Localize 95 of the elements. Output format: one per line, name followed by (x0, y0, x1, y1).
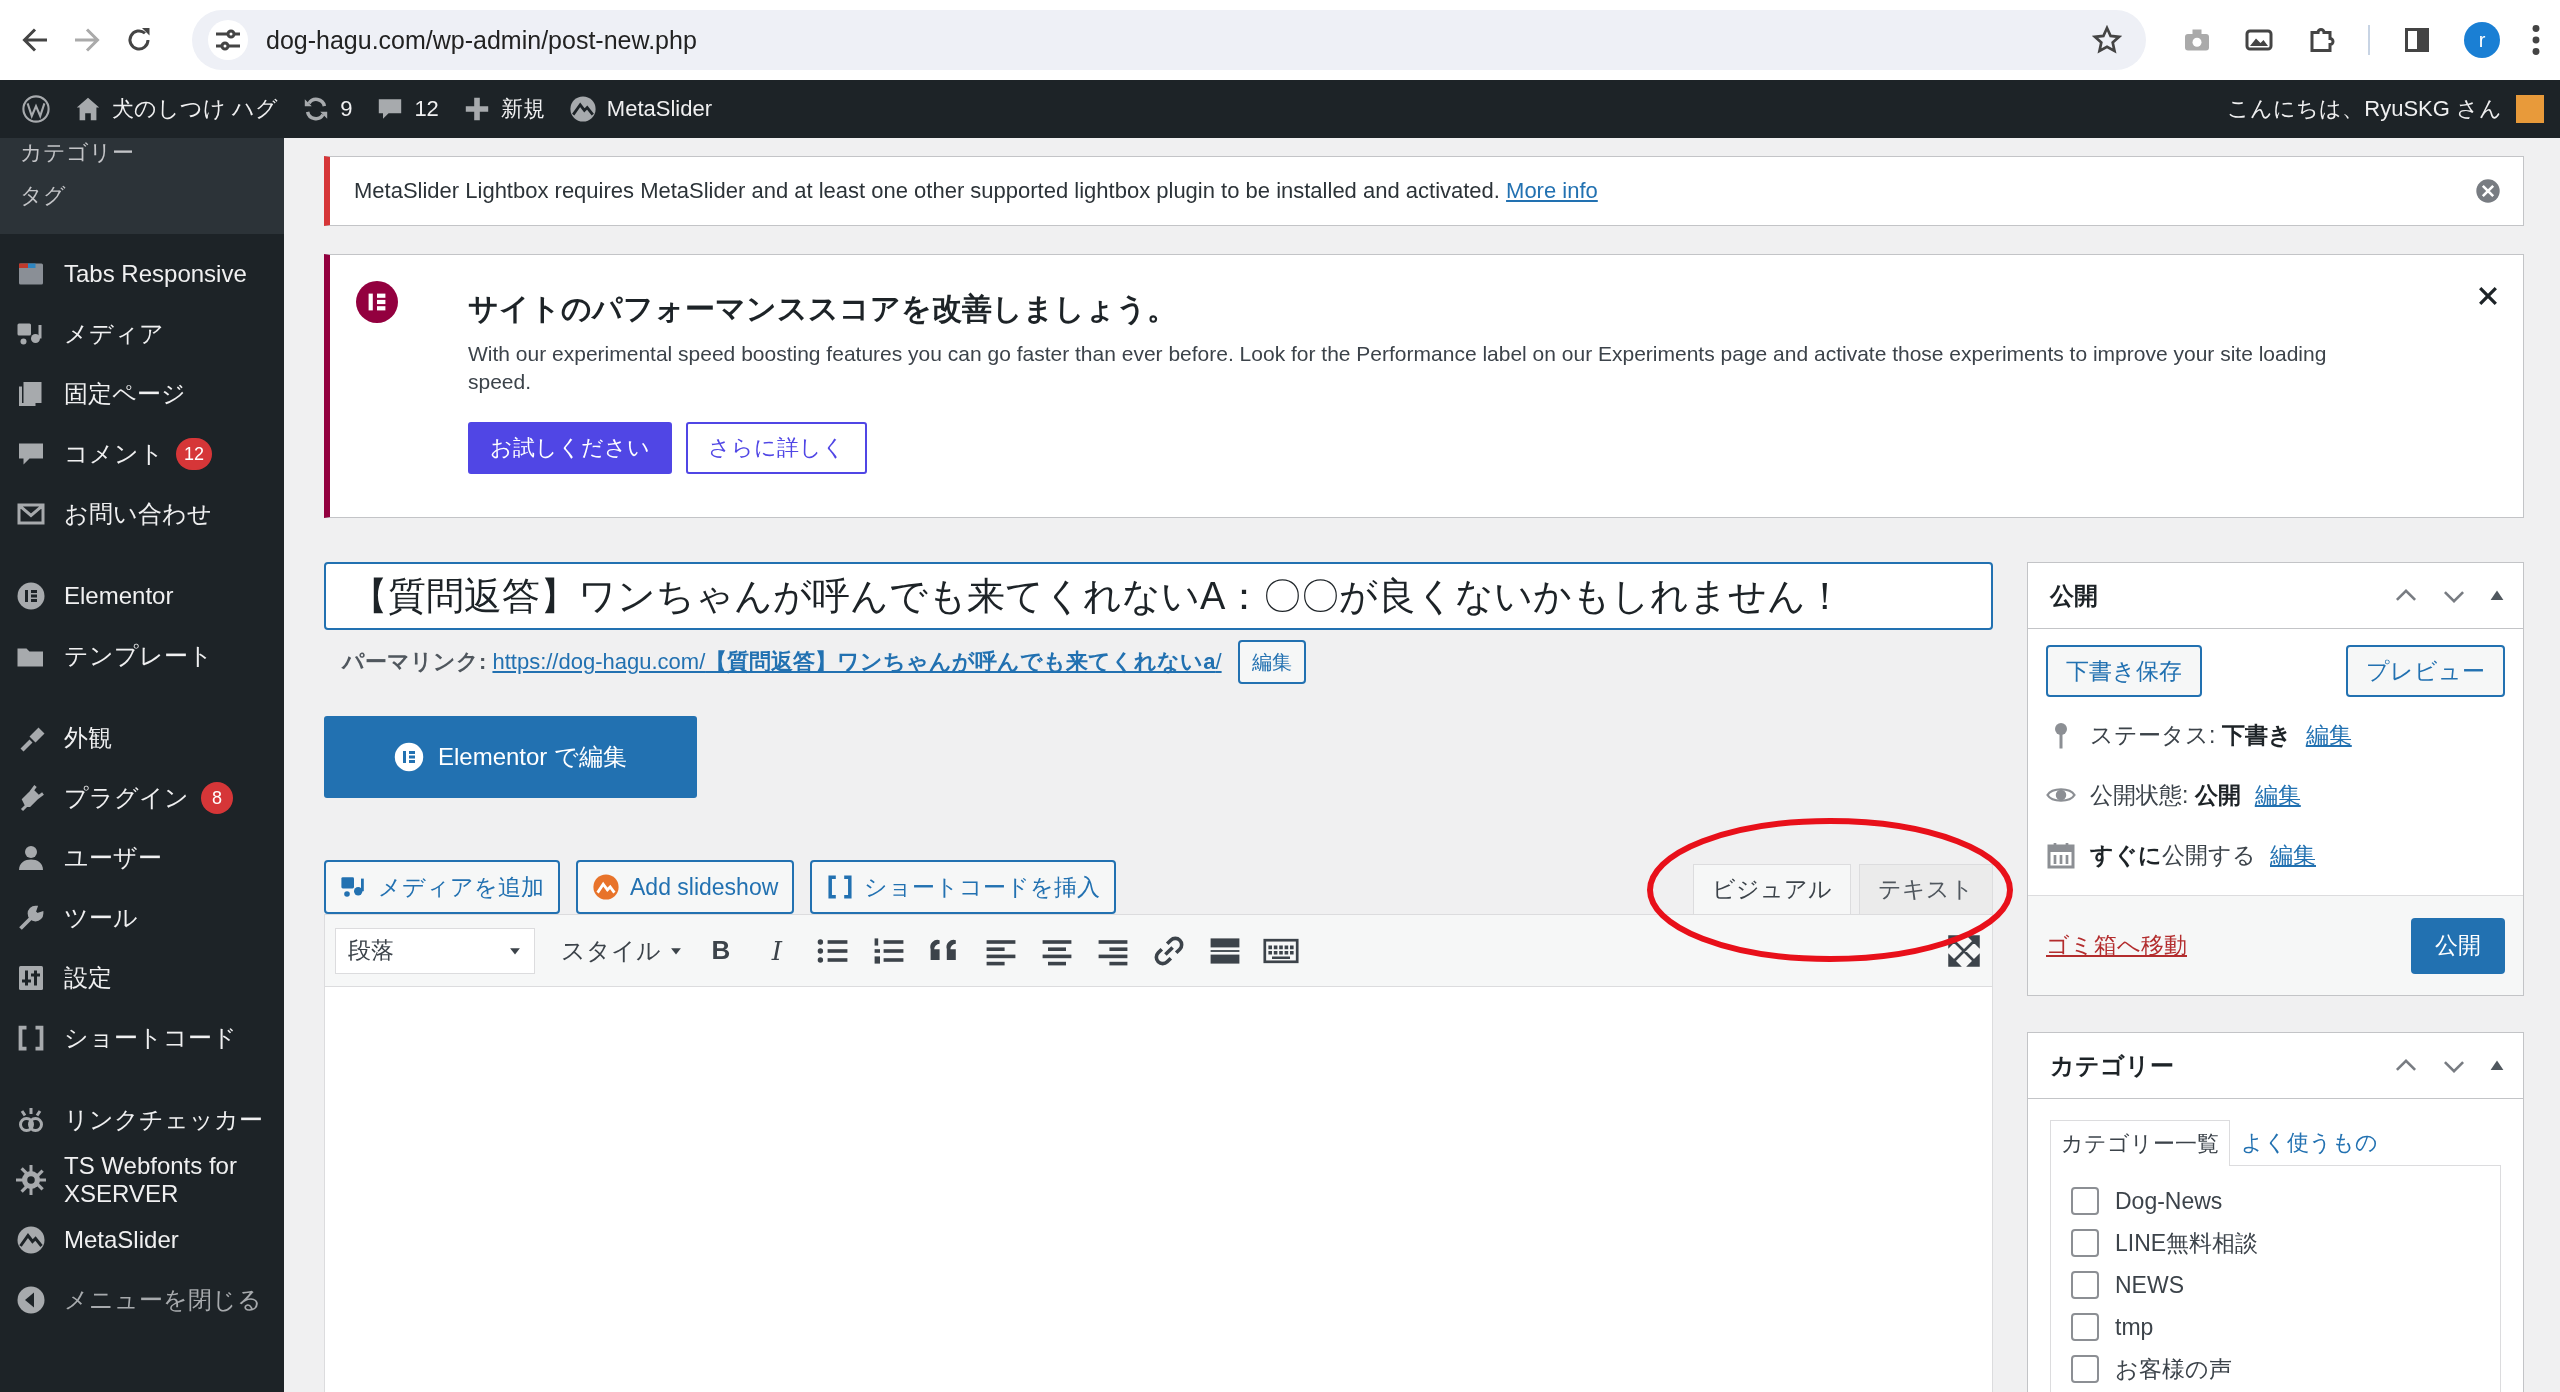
profile-avatar[interactable]: r (2464, 22, 2500, 58)
notice-text: With our experimental speed boosting features you can go faster than ever before. Look for the Performance label on our Experiments page and activate those experiments to improve your site loading speed. (468, 341, 2328, 395)
elementor-edit-button[interactable]: Elementor で編集 (324, 716, 697, 798)
greeting[interactable]: こんにちは、RyuSKG さん (2227, 94, 2502, 124)
sidebar-item[interactable]: TS Webfonts for XSERVER (64, 1152, 268, 1208)
checkbox[interactable] (2071, 1355, 2099, 1383)
permalink-text: パーマリンク: https://dog-hagu.com/【質問返答】ワンちゃんが呼んでも来てくれないa/ (342, 648, 1222, 676)
admin-bar-link[interactable]: 新規 (500, 94, 545, 124)
category-label[interactable]: お客様の声 (2115, 1353, 2232, 1385)
style-dropdown[interactable]: スタイル (561, 934, 683, 967)
category-label[interactable]: NEWS (2115, 1271, 2184, 1299)
box-title: 公開 (2050, 580, 2099, 611)
elementor-logo-icon (356, 281, 398, 323)
category-tab[interactable]: カテゴリー一覧 (2050, 1120, 2230, 1166)
checkbox[interactable] (2071, 1229, 2099, 1257)
sidebar-item[interactable]: リンクチェッカー (64, 1104, 263, 1136)
media-toolbar-button[interactable]: メディアを追加 (324, 860, 560, 914)
notice-button[interactable]: お試しください (468, 422, 672, 474)
mountain-logo-icon (592, 873, 620, 901)
close-icon (2475, 178, 2501, 204)
sidebar-item[interactable]: Elementor (64, 582, 174, 610)
side-panel-icon (2402, 25, 2432, 55)
avatar-placeholder (2516, 95, 2544, 123)
media-toolbar-button[interactable]: ショートコードを挿入 (810, 860, 1117, 914)
sidebar-item[interactable]: 固定ページ (64, 378, 186, 410)
admin-bar-link[interactable]: MetaSlider (606, 96, 712, 122)
editor-tab[interactable]: ビジュアル (1693, 864, 1851, 914)
category-label[interactable]: Dog-News (2115, 1187, 2223, 1215)
sidebar-item[interactable]: コメント (64, 438, 164, 470)
count-badge: 12 (176, 438, 213, 470)
brackets-icon (826, 873, 855, 901)
box-title: カテゴリー (2050, 1050, 2175, 1081)
address-bar[interactable]: dog-hagu.com/wp-admin/post-new.php (192, 10, 2146, 70)
mountain-logo-icon (568, 95, 597, 123)
admin-bar-link[interactable]: 12 (414, 96, 439, 122)
admin-bar-link[interactable]: 9 (340, 96, 353, 122)
save-draft-button[interactable]: 下書き保存 (2046, 645, 2202, 697)
admin-bar-link[interactable]: 犬のしつけ ハグ (112, 94, 279, 124)
submenu-item[interactable]: カテゴリー (20, 138, 134, 168)
sidebar-item[interactable]: テンプレート (64, 640, 213, 672)
user-icon (16, 843, 46, 873)
checkbox[interactable] (2071, 1313, 2099, 1341)
editor-area[interactable]: 段落 スタイル B I (324, 914, 1993, 1392)
count-badge: 8 (201, 782, 233, 814)
star-icon (2092, 25, 2122, 55)
sidebar-item[interactable]: ツール (64, 902, 138, 934)
preview-button[interactable]: プレビュー (2346, 645, 2505, 697)
permalink-link[interactable]: https://dog-hagu.com/【質問返答】ワンちゃんが呼んでも来てくれないa/ (492, 649, 1222, 674)
collapse-icon (16, 1285, 46, 1315)
italic-button[interactable]: I (759, 935, 795, 966)
more-info-link[interactable]: More info (1506, 178, 1598, 203)
meta-text: ステータス: 下書き (2090, 720, 2292, 750)
mountain-logo-icon (16, 1225, 46, 1255)
edit-link[interactable]: 編集 (2270, 839, 2316, 871)
sidebar-item[interactable]: ショートコード (64, 1022, 237, 1054)
submenu-item[interactable]: タグ (20, 181, 66, 211)
notice-button[interactable]: さらに詳しく (686, 422, 867, 474)
sidebar-item[interactable]: メニューを閉じる (64, 1284, 262, 1316)
publish-button[interactable]: 公開 (2411, 917, 2505, 974)
checkbox[interactable] (2071, 1187, 2099, 1215)
sidebar-item[interactable]: プラグイン (64, 782, 189, 814)
sliders-icon (16, 963, 46, 993)
sidebar-item[interactable]: お問い合わせ (64, 498, 212, 530)
fullscreen-icon (1946, 932, 1982, 969)
sidebar-item[interactable]: 設定 (64, 962, 112, 994)
sidebar-item[interactable]: メディア (64, 318, 164, 350)
menu-icon (2532, 25, 2540, 55)
sidebar-item[interactable]: MetaSlider (64, 1226, 179, 1254)
elementor-icon (16, 581, 46, 611)
sidebar-item[interactable]: Tabs Responsive (64, 260, 247, 288)
notice-title: サイトのパフォーマンススコアを改善しましょう。 (468, 291, 1178, 327)
meta-text: 公開状態: 公開 (2090, 780, 2241, 810)
title-field[interactable]: 【質問返答】ワンちゃんが呼んでも来てくれないA：〇〇が良くないかもしれません！ (324, 562, 1993, 630)
meta-text: すぐに公開する (2090, 840, 2256, 870)
category-label[interactable]: tmp (2115, 1313, 2154, 1341)
edit-link[interactable]: 編集 (2254, 779, 2301, 811)
edit-link[interactable]: 編集 (2305, 719, 2352, 751)
checkbox[interactable] (2071, 1271, 2099, 1299)
bold-button[interactable]: B (703, 935, 739, 966)
gear-icon (16, 1165, 46, 1195)
media-toolbar-button[interactable]: Add slideshow (576, 860, 795, 914)
elementor-logo-icon (393, 742, 424, 772)
category-tab[interactable]: よく使うもの (2230, 1119, 2389, 1165)
sidebar-item[interactable]: ユーザー (64, 842, 162, 874)
format-dropdown[interactable]: 段落 (335, 927, 535, 974)
sidebar-item[interactable]: 外観 (64, 722, 112, 754)
home-icon (74, 95, 102, 123)
editor-tab[interactable]: テキスト (1859, 864, 1993, 914)
wordpress-logo-icon (22, 95, 50, 123)
edit-button[interactable]: 編集 (1237, 640, 1306, 684)
brackets-icon (16, 1023, 46, 1053)
category-label[interactable]: LINE無料相談 (2115, 1227, 2259, 1259)
notice-text: MetaSlider Lightbox requires MetaSlider and at least one other supported lightbox plugin to be installed and activated. More info (354, 178, 1598, 204)
trash-link[interactable]: ゴミ箱へ移動 (2046, 930, 2187, 961)
calendar-icon (2046, 840, 2076, 870)
